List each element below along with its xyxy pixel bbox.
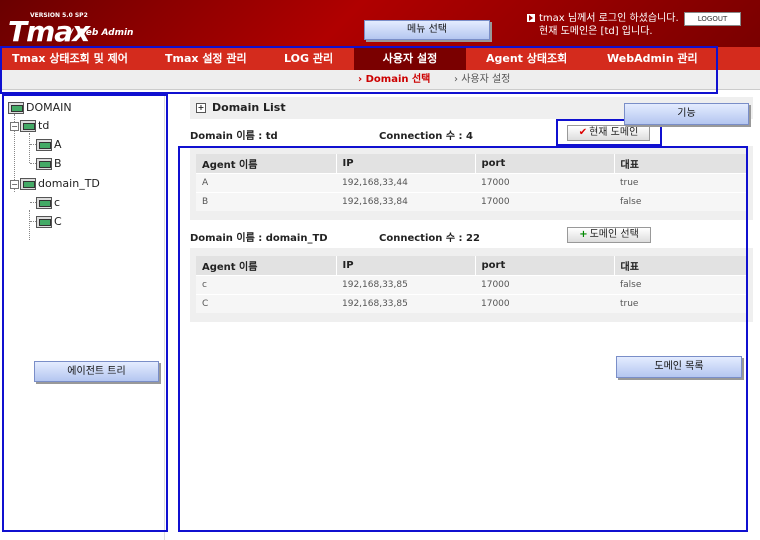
agent-tree-annotation: 에이전트 트리 [34, 361, 159, 382]
list-region-outline [178, 146, 748, 532]
login-message: tmax 님께서 로그인 하셨습니다. [539, 13, 679, 24]
domain-name-label: Domain 이름 : td [190, 131, 278, 142]
function-annotation: 기능 [624, 103, 749, 125]
list-icon: + [196, 103, 206, 113]
user-info: tmax 님께서 로그인 하셨습니다. 현재 도메인은 [td] 입니다. [527, 12, 679, 38]
logo-subtitle: / Web Admin [70, 28, 134, 38]
tree-region-outline [2, 94, 168, 532]
logout-button[interactable]: LOGOUT [684, 12, 741, 26]
menu-annotation: 메뉴 선택 [364, 20, 490, 40]
domain-list-title: Domain List [212, 101, 286, 114]
domain-list-annotation: 도메인 목록 [616, 356, 742, 378]
menu-region-outline [0, 46, 718, 94]
current-domain-message: 현재 도메인은 [td] 입니다. [539, 26, 653, 37]
connection-count: Connection 수 : 4 [379, 131, 473, 142]
arrow-icon [527, 14, 535, 22]
